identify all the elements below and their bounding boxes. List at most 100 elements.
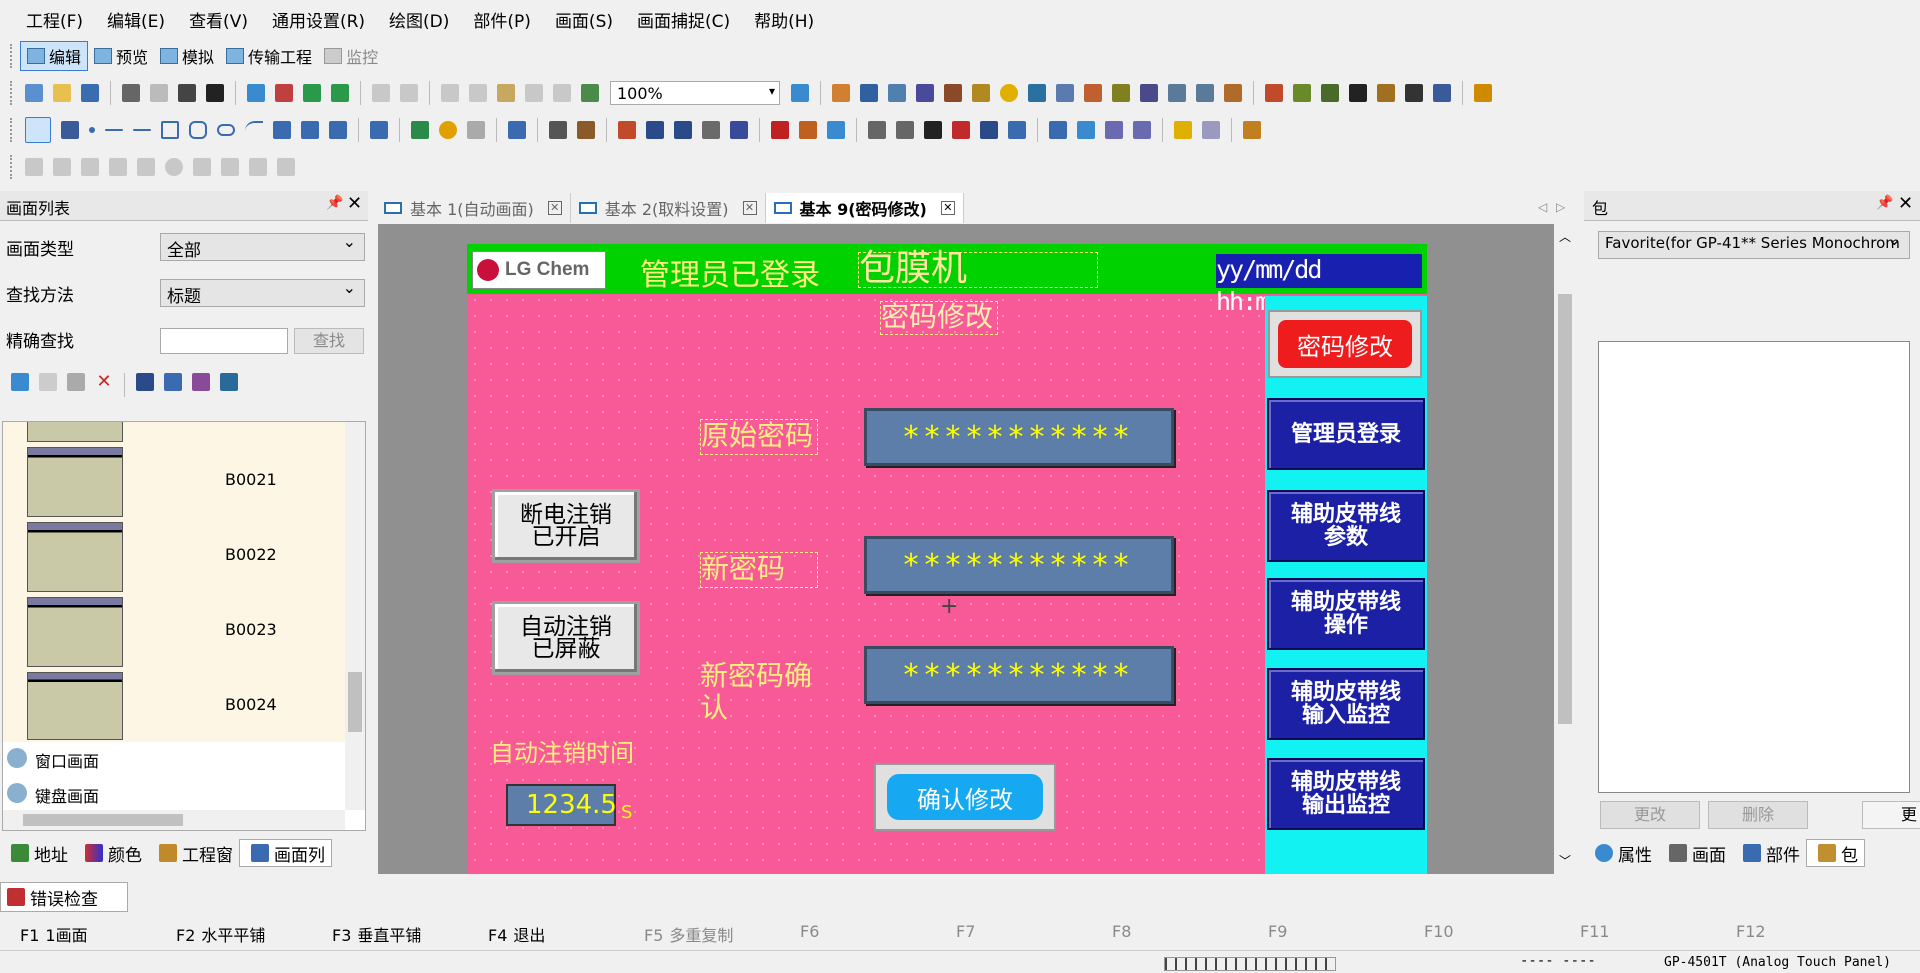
more-button[interactable]: 更 — [1862, 801, 1920, 829]
delete-button[interactable]: 删除 — [1708, 801, 1808, 829]
screen-part-icon[interactable] — [980, 121, 998, 139]
list-item[interactable]: B0023 — [225, 620, 277, 639]
dot-icon[interactable] — [89, 127, 95, 133]
ladder-instruction-icon[interactable] — [25, 158, 43, 176]
open-icon[interactable] — [53, 84, 71, 102]
menu-edit[interactable]: 编辑(E) — [107, 7, 165, 32]
data-table-icon[interactable] — [549, 121, 567, 139]
belt-output-monitor-nav-button[interactable]: 辅助皮带线 输出监控 — [1267, 758, 1425, 830]
line-graph-icon[interactable] — [646, 121, 664, 139]
screen-thumbnail[interactable] — [27, 447, 123, 517]
close-icon[interactable]: ✕ — [1898, 193, 1913, 214]
arc-icon[interactable] — [245, 121, 263, 139]
monitor-button[interactable]: 监控 — [318, 41, 384, 71]
f1-key[interactable]: F1 1画面 — [20, 922, 88, 946]
event-icon[interactable] — [799, 121, 817, 139]
zoom-slider[interactable] — [1164, 957, 1336, 971]
historical-graph-icon[interactable] — [1196, 84, 1214, 102]
print-icon[interactable] — [122, 84, 140, 102]
search-button[interactable]: 查找 — [294, 328, 364, 354]
belt-params-nav-button[interactable]: 辅助皮带线 参数 — [1267, 490, 1425, 562]
screen-stack-icon[interactable] — [164, 373, 182, 391]
lamp-icon[interactable] — [860, 84, 878, 102]
recipe-list-icon[interactable] — [1049, 121, 1067, 139]
screen-list-icon[interactable] — [1433, 84, 1451, 102]
delete-screen-icon[interactable]: ✕ — [95, 373, 113, 391]
list-view-icon[interactable] — [1105, 121, 1123, 139]
f8-key[interactable]: F8 — [1112, 922, 1137, 941]
screen-thumbnail[interactable] — [27, 597, 123, 667]
package-select[interactable]: Favorite(for GP-41** Series Monochrom — [1598, 231, 1910, 259]
vertical-scrollbar[interactable] — [345, 422, 365, 810]
trend-graph-icon[interactable] — [1168, 84, 1186, 102]
menu-view[interactable]: 查看(V) — [189, 7, 248, 32]
eraser-icon[interactable] — [1243, 121, 1261, 139]
tab-screen-list[interactable]: 画面列 — [239, 839, 332, 867]
edit-mode-button[interactable]: 编辑 — [20, 41, 89, 71]
pin-icon[interactable]: 📌 — [1876, 195, 1893, 211]
window-icon[interactable] — [944, 84, 962, 102]
key-icon[interactable] — [972, 84, 990, 102]
pointer-icon[interactable] — [1174, 121, 1192, 139]
admin-login-nav-button[interactable]: 管理员登录 — [1267, 398, 1425, 470]
export-icon[interactable] — [331, 84, 349, 102]
select-arrow-icon[interactable] — [25, 117, 51, 143]
screen-thumbnail[interactable] — [27, 672, 123, 740]
ladder-box-icon[interactable] — [81, 158, 99, 176]
table-icon[interactable] — [301, 121, 319, 139]
frame-icon[interactable] — [1405, 84, 1423, 102]
tab-base-9[interactable]: 基本 9(密码修改) ✕ — [765, 193, 964, 223]
change-button[interactable]: 更改 — [1600, 801, 1700, 829]
error-check-tab[interactable]: 错误检查 — [0, 882, 128, 912]
print-preview-icon[interactable] — [150, 84, 168, 102]
menu-parts[interactable]: 部件(P) — [473, 7, 531, 32]
xy-graph-icon[interactable] — [674, 121, 692, 139]
video-icon[interactable] — [924, 121, 942, 139]
branch-up-icon[interactable] — [277, 158, 295, 176]
logging-icon[interactable] — [1224, 84, 1242, 102]
scrollbar-thumb[interactable] — [1558, 294, 1572, 724]
copy-screen-icon[interactable] — [39, 373, 57, 391]
f2-key[interactable]: F2 水平平铺 — [176, 922, 265, 946]
cut-icon[interactable] — [441, 84, 459, 102]
f6-key[interactable]: F6 — [800, 922, 825, 941]
tab-project-window[interactable]: 工程窗 — [148, 839, 239, 867]
contact-a-icon[interactable] — [109, 158, 127, 176]
branch-down-icon[interactable] — [249, 158, 267, 176]
f5-key[interactable]: F5 多重复制 — [644, 922, 733, 946]
menu-draw[interactable]: 绘图(D) — [389, 7, 449, 32]
data-transfer-icon[interactable] — [1028, 84, 1046, 102]
screen-thumbnail[interactable] — [27, 422, 123, 442]
tab-scroll-right-icon[interactable]: ▷ — [1556, 200, 1565, 214]
tab-package[interactable]: 包 — [1806, 839, 1865, 867]
scrollbar-thumb[interactable] — [23, 814, 183, 826]
new-screen-icon[interactable] — [11, 373, 29, 391]
zoom-select[interactable]: 100% — [610, 81, 780, 105]
paste-screen-icon[interactable] — [67, 373, 85, 391]
toolbar-grip[interactable] — [10, 81, 14, 105]
text-icon[interactable] — [61, 121, 79, 139]
toolbar-grip[interactable] — [10, 44, 14, 68]
screen-color-icon[interactable] — [192, 373, 210, 391]
switch-icon[interactable] — [832, 84, 850, 102]
picture-icon[interactable] — [827, 121, 845, 139]
delete-icon[interactable] — [553, 84, 571, 102]
switch-part-icon[interactable] — [411, 121, 429, 139]
spiral-icon[interactable] — [1202, 121, 1220, 139]
polygon-icon[interactable] — [189, 121, 207, 139]
menu-project[interactable]: 工程(F) — [26, 7, 83, 32]
close-icon[interactable]: ✕ — [347, 193, 362, 214]
close-tab-icon[interactable]: ✕ — [940, 201, 955, 215]
password-change-nav-button[interactable]: 密码修改 — [1278, 320, 1412, 368]
tab-base-1[interactable]: 基本 1(自动画面) ✕ — [376, 193, 571, 223]
pin-icon[interactable]: 📌 — [326, 195, 343, 211]
speaker-icon[interactable] — [1112, 84, 1130, 102]
ladder-t-icon[interactable] — [53, 158, 71, 176]
data-display-icon[interactable] — [888, 84, 906, 102]
detail-view-icon[interactable] — [1133, 121, 1151, 139]
grid-table-icon[interactable] — [370, 121, 388, 139]
paste-icon[interactable] — [497, 84, 515, 102]
text-table-icon[interactable] — [1140, 84, 1158, 102]
compass-icon[interactable] — [730, 121, 748, 139]
numeric-display-icon[interactable] — [508, 121, 526, 139]
